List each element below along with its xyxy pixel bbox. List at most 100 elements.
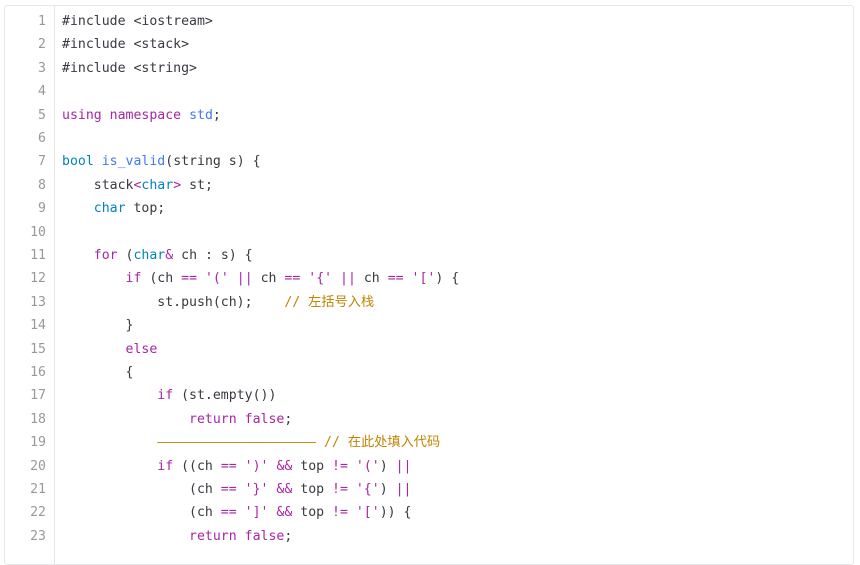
code-token: || <box>395 482 412 497</box>
code-token: ; <box>284 528 293 544</box>
code-line: if ((ch == ')' && top != '(') || <box>62 455 411 478</box>
line-number: 3 <box>38 60 46 76</box>
code-line: #include <iostream> <box>62 10 213 33</box>
code-line: if (ch == '(' || ch == '{' || ch == '[')… <box>62 267 460 290</box>
code-token: (ch <box>141 271 182 287</box>
code-token: '(' <box>204 271 229 287</box>
line-number-gutter: 1 2 3 4 5 6 7 8 9 10 11 12 13 14 15 16 17 18 19 20 21 22 23 <box>5 6 55 564</box>
code-token: is_valid <box>101 154 166 170</box>
code-token: != <box>332 458 348 474</box>
code-token: bool <box>62 154 94 170</box>
code-token: ']' <box>244 505 269 521</box>
line-number: 16 <box>30 365 46 380</box>
code-token: || <box>340 271 356 287</box>
code-token: ———————————————————— // 在此处填入代码 <box>157 435 441 451</box>
code-token: '}' <box>244 482 269 497</box>
code-line: for (char& ch : s) { <box>62 244 253 267</box>
code-editor[interactable]: 1 2 3 4 5 6 7 8 9 10 11 12 13 14 15 16 17 18 19 20 21 22 23 #i… <box>4 5 854 565</box>
code-line: else <box>62 338 158 361</box>
code-line: { <box>62 361 134 384</box>
code-token: != <box>332 482 348 497</box>
code-token: )) { <box>379 505 412 521</box>
code-line: (ch == '}' && top != '{') || <box>62 478 411 501</box>
code-area[interactable]: #include <iostream> #include <stack> #incl… <box>62 6 853 564</box>
line-number: 23 <box>30 528 46 544</box>
code-token: return <box>189 528 237 544</box>
code-token: } <box>62 318 134 334</box>
code-token: top <box>292 458 333 474</box>
code-token: ch : s) { <box>173 248 253 263</box>
line-number: 8 <box>38 177 46 193</box>
code-token: '{' <box>355 482 380 497</box>
code-line: ———————————————————— // 在此处填入代码 <box>62 431 440 454</box>
code-token: std <box>189 107 213 123</box>
code-token: (string s) { <box>165 154 261 170</box>
code-token: st.push(ch); <box>62 294 285 310</box>
code-token: if <box>157 388 174 404</box>
code-token: top; <box>125 201 166 217</box>
code-line: (ch == ']' && top != '[')) { <box>62 501 411 524</box>
line-number: 6 <box>38 131 46 146</box>
code-line: return false; <box>62 408 292 431</box>
code-token: (ch <box>62 505 221 521</box>
code-token: && <box>276 482 293 497</box>
line-number: 14 <box>30 318 46 334</box>
code-token: && <box>276 505 293 521</box>
line-number: 15 <box>30 341 46 357</box>
code-line: } <box>62 314 134 337</box>
code-token: if <box>125 271 142 287</box>
code-line: if (st.empty()) <box>62 384 276 407</box>
code-token: false <box>244 411 285 427</box>
code-token: == <box>220 458 237 474</box>
code-line: st.push(ch); // 左括号入栈 <box>62 291 374 314</box>
code-token: ) <box>379 482 396 497</box>
code-token: || <box>395 458 412 474</box>
line-number: 4 <box>38 84 46 100</box>
code-token: ch <box>355 271 388 287</box>
line-number: 10 <box>30 224 46 240</box>
line-number: 18 <box>30 411 46 427</box>
code-token: == <box>284 271 301 287</box>
code-token: #include <iostream> <box>62 14 213 29</box>
line-number: 22 <box>30 505 46 521</box>
code-token: using <box>62 107 102 123</box>
code-token: > <box>173 177 182 193</box>
code-token: char <box>141 177 174 193</box>
line-number: 17 <box>30 388 46 404</box>
line-number: 7 <box>38 154 46 170</box>
code-token: ')' <box>244 458 269 474</box>
code-token: return <box>189 411 237 427</box>
code-token: & <box>165 248 174 263</box>
code-token: for <box>93 248 118 263</box>
code-token: '{' <box>308 271 333 287</box>
code-token: ch <box>252 271 285 287</box>
code-token: || <box>236 271 253 287</box>
line-number: 1 <box>38 14 46 29</box>
code-token: namespace <box>109 107 182 123</box>
line-number: 2 <box>38 37 46 53</box>
code-token: == <box>387 271 404 287</box>
code-token: (ch <box>62 482 221 497</box>
line-number: 5 <box>38 107 46 123</box>
code-token: && <box>276 458 293 474</box>
code-line: using namespace std; <box>62 104 221 127</box>
line-number: 20 <box>30 458 46 474</box>
code-line: stack<char> st; <box>62 174 213 197</box>
code-token: #include <string> <box>62 60 197 76</box>
